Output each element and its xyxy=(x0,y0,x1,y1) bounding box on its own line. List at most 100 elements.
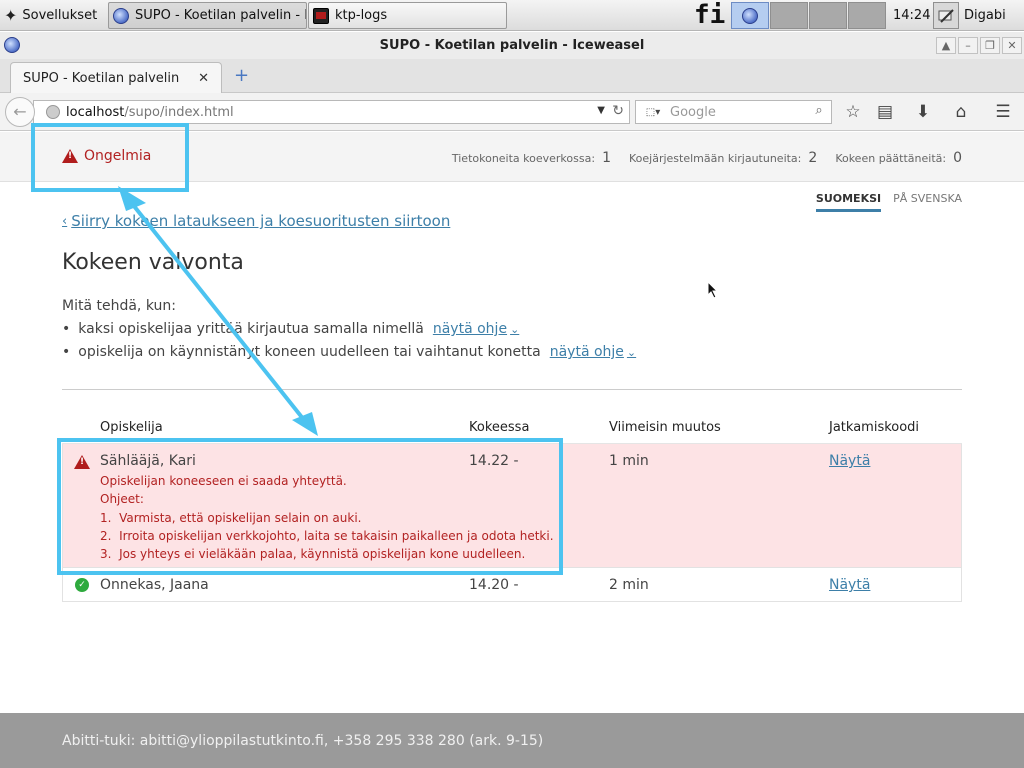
student-name: Sählääjä, Kari xyxy=(100,453,196,469)
help-item-duplicate-login: • kaksi opiskelijaa yrittää kirjautua sa… xyxy=(62,321,519,337)
workspace-4[interactable] xyxy=(848,2,886,29)
last-change: 1 min xyxy=(609,453,649,469)
window-up-button[interactable]: ▲ xyxy=(936,37,956,54)
warning-icon xyxy=(62,149,78,163)
bookmarks-menu-icon[interactable]: ▤ xyxy=(873,100,897,124)
workspace-1[interactable] xyxy=(731,2,769,29)
downloads-icon[interactable]: ⬇ xyxy=(911,100,935,124)
instruction-item: 3. Jos yhteys ei vieläkään palaa, käynni… xyxy=(100,547,526,561)
problems-label: Ongelmia xyxy=(84,148,152,164)
window-minimize-button[interactable]: – xyxy=(958,37,978,54)
chevron-down-icon: ⌄ xyxy=(510,323,520,336)
chevron-left-icon: ‹ xyxy=(62,213,68,229)
tab-label: SUPO - Koetilan palvelin xyxy=(23,70,180,86)
window-titlebar: SUPO - Koetilan palvelin - Iceweasel ▲ –… xyxy=(0,32,1024,59)
col-student: Opiskelija xyxy=(100,420,163,435)
search-engine-dropdown[interactable]: ⬚▾ xyxy=(636,107,670,118)
app-menu-icon: ✦ xyxy=(4,6,18,25)
stat-finished-value: 0 xyxy=(953,150,962,166)
show-code-link[interactable]: Näytä xyxy=(829,453,870,469)
window-title: SUPO - Koetilan palvelin - Iceweasel xyxy=(379,38,645,53)
exam-stats: Tietokoneita koeverkossa: 1 Koejärjestel… xyxy=(434,150,962,166)
back-button[interactable]: ← xyxy=(5,97,35,127)
students-table: Opiskelija Kokeessa Viimeisin muutos Jat… xyxy=(62,412,962,602)
exam-status-bar: Ongelmia Tietokoneita koeverkossa: 1 Koe… xyxy=(0,132,1024,182)
bookmark-star-icon[interactable]: ☆ xyxy=(841,100,865,124)
footer: Abitti-tuki: abitti@ylioppilastutkinto.f… xyxy=(0,713,1024,768)
window-restore-button[interactable]: ❐ xyxy=(980,37,1000,54)
back-link-label: Siirry kokeen lataukseen ja koesuoritust… xyxy=(71,212,451,230)
workspace-3[interactable] xyxy=(809,2,847,29)
what-to-do-label: Mitä tehdä, kun: xyxy=(62,298,176,314)
url-host: localhost xyxy=(66,104,125,120)
applications-label: Sovellukset xyxy=(22,8,98,23)
search-placeholder: Google xyxy=(670,104,716,120)
tab-close-icon[interactable]: ✕ xyxy=(198,71,209,86)
lang-finnish[interactable]: SUOMEKSI xyxy=(815,192,882,212)
browser-icon xyxy=(113,7,129,24)
table-row: ✓ Onnekas, Jaana 14.20 - 2 min Näytä xyxy=(62,568,962,602)
stat-logged-in-label: Koejärjestelmään kirjautuneita: xyxy=(628,151,802,165)
home-icon[interactable]: ⌂ xyxy=(949,100,973,124)
table-row: Sählääjä, Kari 14.22 - 1 min Näytä Opisk… xyxy=(62,444,962,568)
show-help-link[interactable]: näytä ohje ⌄ xyxy=(433,321,519,337)
lang-swedish[interactable]: PÅ SVENSKA xyxy=(893,192,962,212)
instruction-item: 2. Irroita opiskelijan verkkojohto, lait… xyxy=(100,529,554,543)
bullet: • xyxy=(62,344,71,360)
instruction-item: 1. Varmista, että opiskelijan selain on … xyxy=(100,511,362,525)
bullet: • xyxy=(62,321,71,337)
taskbar-task-browser[interactable]: SUPO - Koetilan palvelin - Ic... xyxy=(108,2,307,29)
student-name: Onnekas, Jaana xyxy=(100,577,209,593)
language-switcher: SUOMEKSI PÅ SVENSKA xyxy=(815,192,962,212)
check-circle-icon: ✓ xyxy=(75,578,89,592)
support-contact: Abitti-tuki: abitti@ylioppilastutkinto.f… xyxy=(62,733,544,749)
divider xyxy=(62,389,962,390)
exam-time: 14.20 - xyxy=(469,577,519,593)
warning-icon xyxy=(74,455,90,469)
exam-time: 14.22 - xyxy=(469,453,519,469)
show-code-link[interactable]: Näytä xyxy=(829,577,870,593)
url-bar[interactable]: localhost/supo/index.html ▼ ↻ xyxy=(33,100,630,124)
stat-logged-in-value: 2 xyxy=(808,150,818,166)
search-bar[interactable]: ⬚▾ Google ⌕ xyxy=(635,100,832,124)
table-header: Opiskelija Kokeessa Viimeisin muutos Jat… xyxy=(62,412,962,444)
help-item-text: kaksi opiskelijaa yrittää kirjautua sama… xyxy=(78,321,424,337)
help-item-text: opiskelija on käynnistänyt koneen uudell… xyxy=(78,344,541,360)
clock: 14:24 xyxy=(893,8,931,23)
url-path: /supo/index.html xyxy=(124,104,234,120)
reload-icon[interactable]: ↻ xyxy=(612,103,624,119)
tab-supo[interactable]: SUPO - Koetilan palvelin ✕ xyxy=(10,62,222,93)
os-taskbar: ✦ Sovellukset SUPO - Koetilan palvelin -… xyxy=(0,0,1024,54)
network-icon[interactable] xyxy=(933,2,959,29)
help-item-restarted-computer: • opiskelija on käynnistänyt koneen uude… xyxy=(62,344,636,360)
site-identity-icon[interactable] xyxy=(46,105,60,119)
problems-indicator[interactable]: Ongelmia xyxy=(62,148,151,164)
new-tab-button[interactable]: + xyxy=(234,66,249,86)
applications-menu[interactable]: ✦ Sovellukset xyxy=(4,2,104,29)
workspace-2[interactable] xyxy=(770,2,808,29)
menu-icon[interactable]: ☰ xyxy=(991,100,1015,124)
stat-computers-label: Tietokoneita koeverkossa: xyxy=(451,151,596,165)
tab-bar: SUPO - Koetilan palvelin ✕ + xyxy=(0,59,1024,93)
instructions-title: Ohjeet: xyxy=(100,492,144,506)
mouse-cursor-icon xyxy=(707,281,719,299)
terminal-icon xyxy=(313,7,329,24)
keyboard-layout-indicator[interactable]: fi xyxy=(694,0,725,31)
task-browser-label: SUPO - Koetilan palvelin - Ic... xyxy=(135,8,306,23)
stat-computers-value: 1 xyxy=(602,150,611,166)
col-continuation-code: Jatkamiskoodi xyxy=(829,420,920,435)
col-in-exam: Kokeessa xyxy=(469,420,530,435)
show-help-link[interactable]: näytä ohje ⌄ xyxy=(550,344,636,360)
browser-icon xyxy=(742,7,758,24)
window-close-button[interactable]: ✕ xyxy=(1002,37,1022,54)
stat-finished-label: Kokeen päättäneitä: xyxy=(835,151,947,165)
search-icon[interactable]: ⌕ xyxy=(810,103,828,121)
navigation-toolbar: localhost/supo/index.html ▼ ↻ ← ⬚▾ Googl… xyxy=(0,93,1024,131)
task-terminal-label: ktp-logs xyxy=(335,8,388,23)
back-to-exam-loading-link[interactable]: ‹ Siirry kokeen lataukseen ja koesuoritu… xyxy=(62,212,450,230)
last-change: 2 min xyxy=(609,577,649,593)
page-title: Kokeen valvonta xyxy=(62,250,244,275)
url-history-dropdown-icon[interactable]: ▼ xyxy=(597,105,605,116)
taskbar-task-terminal[interactable]: ktp-logs xyxy=(308,2,507,29)
chevron-down-icon: ⌄ xyxy=(626,346,637,359)
